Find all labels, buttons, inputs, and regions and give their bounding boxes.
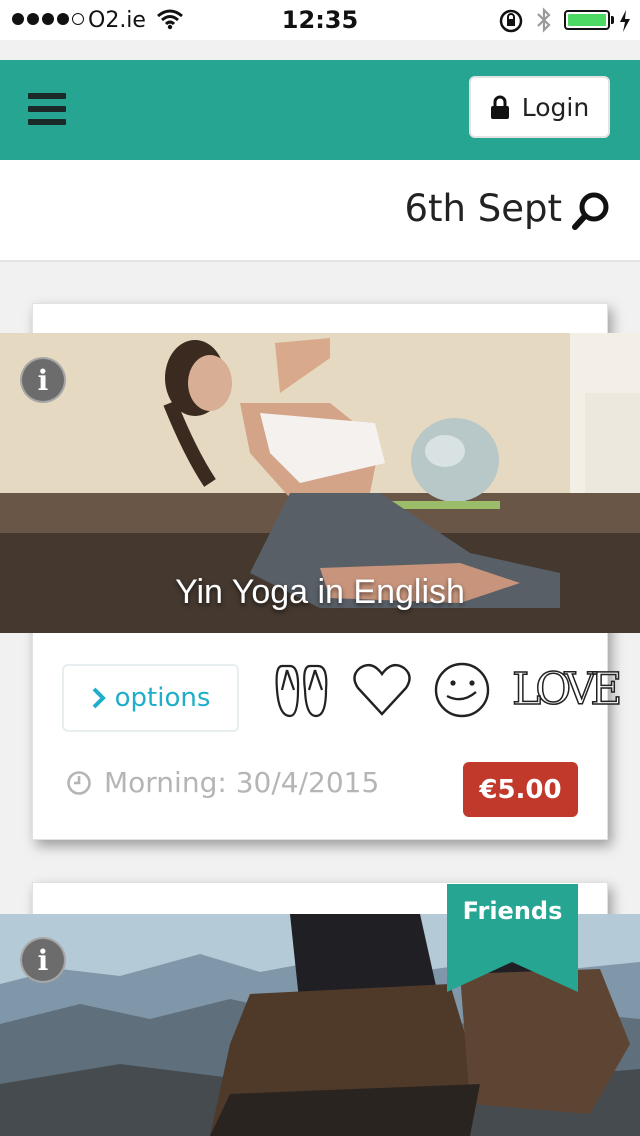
heart-icon[interactable] xyxy=(352,660,412,720)
price-badge[interactable]: €5.00 xyxy=(463,762,578,817)
friends-ribbon-label: Friends xyxy=(462,897,563,925)
login-label: Login xyxy=(521,92,590,122)
rotation-lock-icon xyxy=(499,9,523,33)
info-icon[interactable]: i xyxy=(20,937,66,983)
status-bar: O2.ie 12:35 xyxy=(0,0,640,40)
options-label: options xyxy=(114,683,211,713)
info-icon[interactable]: i xyxy=(20,357,66,403)
bluetooth-icon xyxy=(537,7,551,33)
date-bar: 6th Sept xyxy=(0,160,640,262)
event-time: Morning: 30/4/2015 xyxy=(66,766,379,799)
clock-icon xyxy=(67,770,91,795)
options-button[interactable]: options xyxy=(62,664,239,732)
search-icon[interactable] xyxy=(570,190,612,232)
login-button[interactable]: Login xyxy=(469,76,610,138)
selected-date[interactable]: 6th Sept xyxy=(404,187,562,230)
chevron-right-icon xyxy=(92,687,106,709)
flip-flops-icon[interactable] xyxy=(272,660,332,720)
charging-icon xyxy=(620,10,630,32)
event-time-text: Morning: 30/4/2015 xyxy=(104,766,380,799)
smiley-icon[interactable] xyxy=(432,660,492,720)
love-icon[interactable]: LOVE xyxy=(511,660,623,720)
app-header: Login xyxy=(0,60,640,160)
battery-icon xyxy=(564,10,610,30)
event-title[interactable]: Yin Yoga in English xyxy=(0,573,640,612)
battery-tip xyxy=(611,16,614,24)
lock-icon xyxy=(490,95,509,119)
hamburger-icon[interactable] xyxy=(28,93,66,127)
